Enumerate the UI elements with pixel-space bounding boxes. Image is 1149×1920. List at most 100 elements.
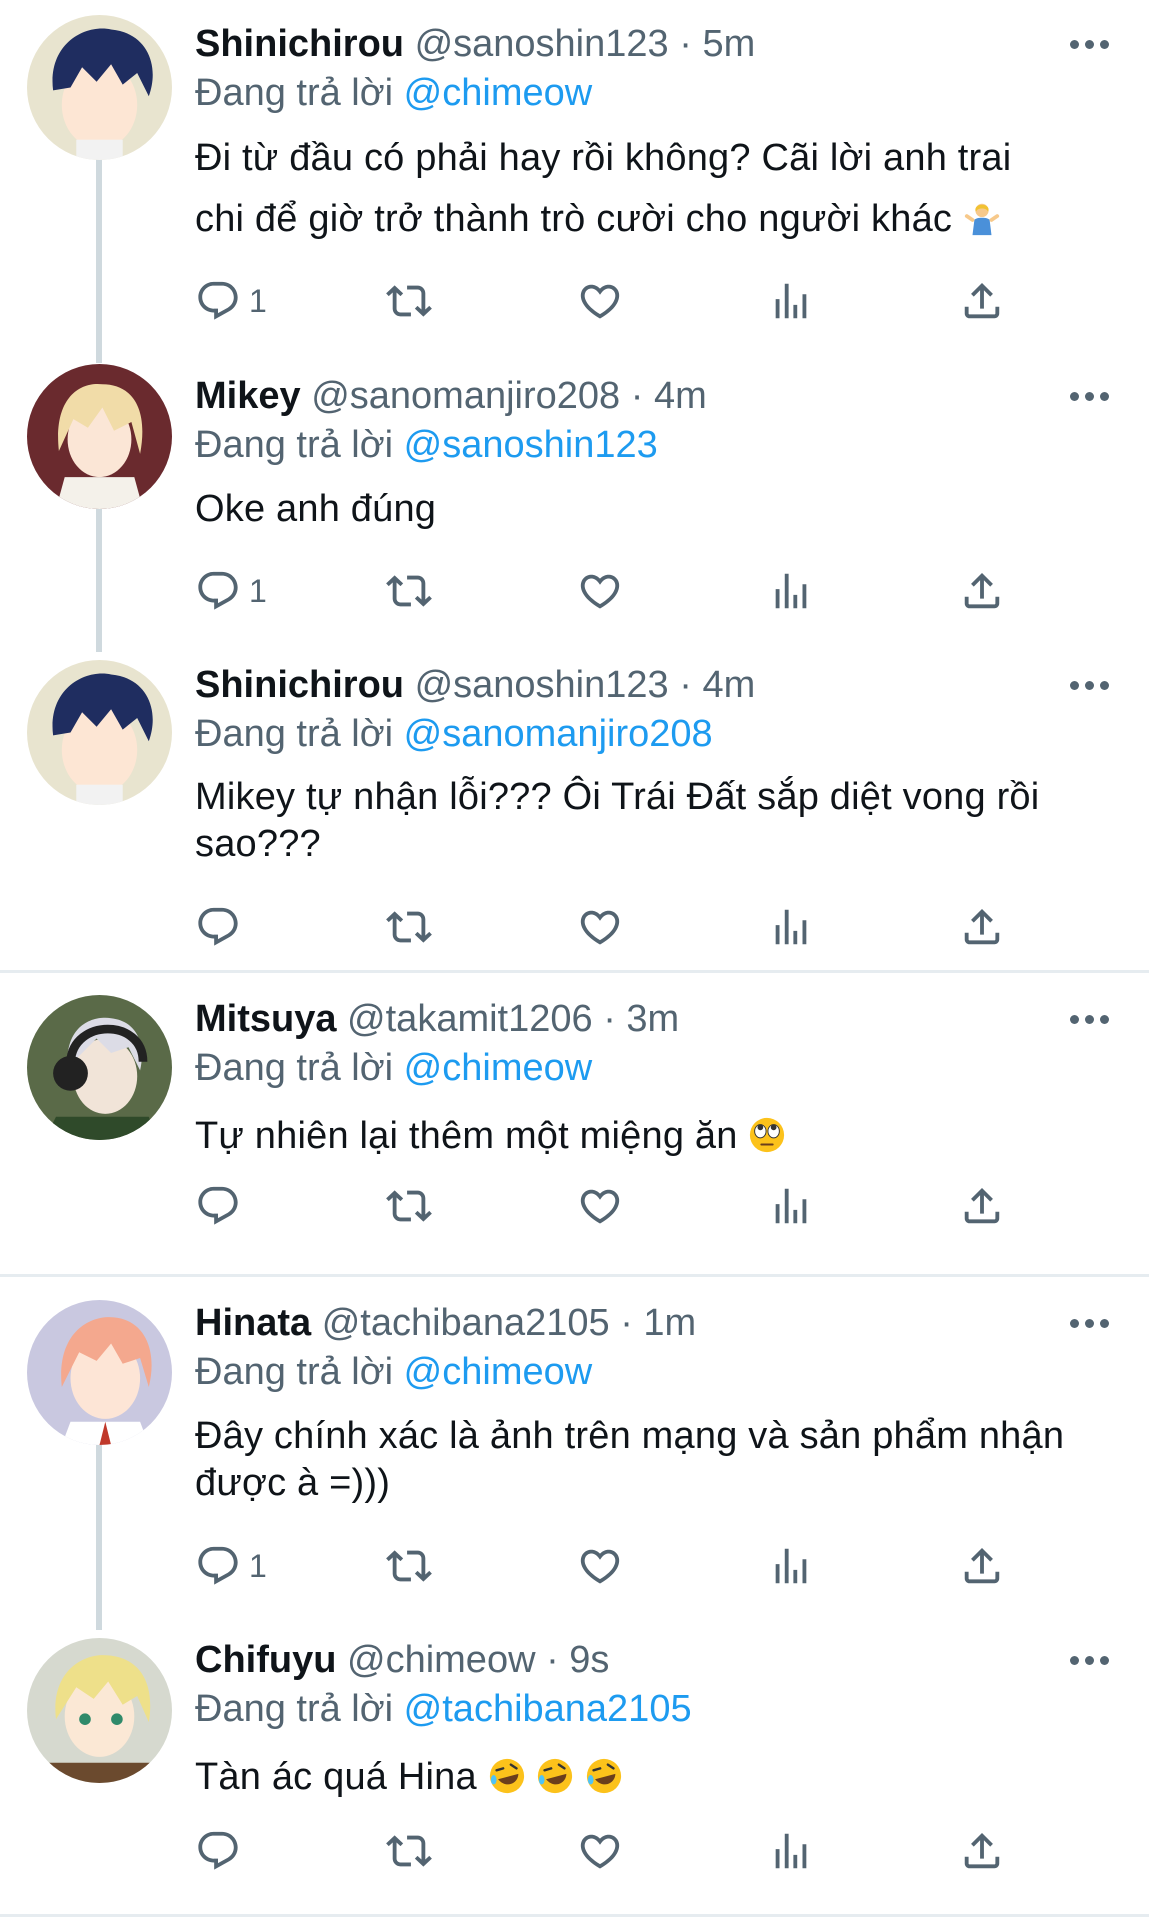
tweet-header: Hinata @tachibana2105 · 1m <box>195 1304 696 1342</box>
avatar[interactable] <box>27 364 172 509</box>
mention-link[interactable]: @chimeow <box>404 1047 593 1089</box>
user-handle[interactable]: @sanomanjiro208 <box>311 375 620 417</box>
share-button[interactable] <box>959 566 1005 616</box>
user-handle[interactable]: @chimeow <box>347 1639 536 1681</box>
share-button[interactable] <box>959 1181 1005 1231</box>
tweet[interactable]: Mitsuya @takamit1206 · 3m Đang trả lời @… <box>0 973 1149 1275</box>
views-button[interactable] <box>768 276 814 326</box>
avatar[interactable] <box>27 995 172 1140</box>
tweet-text: Tàn ác quá Hina <box>195 1754 1115 1802</box>
reply-button[interactable]: 1 <box>195 1541 267 1591</box>
avatar[interactable] <box>27 15 172 160</box>
views-button[interactable] <box>768 1541 814 1591</box>
more-icon[interactable] <box>1070 40 1110 52</box>
replying-to: Đang trả lời @tachibana2105 <box>195 1690 692 1728</box>
retweet-icon <box>386 278 432 324</box>
share-button[interactable] <box>959 902 1005 952</box>
display-name[interactable]: Mitsuya <box>195 998 336 1040</box>
reply-button[interactable] <box>195 902 249 952</box>
share-button[interactable] <box>959 276 1005 326</box>
timestamp[interactable]: 1m <box>643 1302 696 1344</box>
user-handle[interactable]: @sanoshin123 <box>415 23 669 65</box>
retweet-button[interactable] <box>386 1826 432 1876</box>
tweet-text: Oke anh đúng <box>195 486 1115 534</box>
tweet-text-line: Đây chính xác là ảnh trên mạng và sản ph… <box>195 1415 1065 1457</box>
user-handle[interactable]: @takamit1206 <box>347 998 593 1040</box>
retweet-button[interactable] <box>386 1181 432 1231</box>
display-name[interactable]: Shinichirou <box>195 664 404 706</box>
mention-link[interactable]: @sanoshin123 <box>404 424 658 466</box>
views-button[interactable] <box>768 1181 814 1231</box>
display-name[interactable]: Chifuyu <box>195 1639 336 1681</box>
avatar[interactable] <box>27 660 172 805</box>
person-shrugging-emoji <box>964 203 1000 236</box>
separator-dot: · <box>679 23 692 65</box>
timestamp[interactable]: 3m <box>626 998 679 1040</box>
avatar[interactable] <box>27 1300 172 1445</box>
reply-icon <box>195 904 241 950</box>
reply-button[interactable]: 1 <box>195 276 267 326</box>
separator-dot: · <box>679 664 692 706</box>
retweet-icon <box>386 568 432 614</box>
mention-link[interactable]: @tachibana2105 <box>404 1688 692 1730</box>
like-button[interactable] <box>577 902 623 952</box>
tweet-header: Shinichirou @sanoshin123 · 4m <box>195 666 755 704</box>
tweet-header: Shinichirou @sanoshin123 · 5m <box>195 25 755 63</box>
mention-link[interactable]: @sanomanjiro208 <box>404 713 713 755</box>
timestamp[interactable]: 4m <box>654 375 707 417</box>
like-button[interactable] <box>577 1541 623 1591</box>
retweet-button[interactable] <box>386 566 432 616</box>
share-button[interactable] <box>959 1826 1005 1876</box>
share-icon <box>959 904 1005 950</box>
timestamp[interactable]: 9s <box>569 1639 609 1681</box>
like-button[interactable] <box>577 1826 623 1876</box>
mention-link[interactable]: @chimeow <box>404 72 593 114</box>
like-icon <box>577 568 623 614</box>
tweet-header: Mitsuya @takamit1206 · 3m <box>195 1000 679 1038</box>
retweet-button[interactable] <box>386 1541 432 1591</box>
like-button[interactable] <box>577 276 623 326</box>
more-icon[interactable] <box>1070 681 1110 693</box>
display-name[interactable]: Shinichirou <box>195 23 404 65</box>
views-icon <box>768 1543 814 1589</box>
user-handle[interactable]: @sanoshin123 <box>415 664 669 706</box>
tweet-header: Mikey @sanomanjiro208 · 4m <box>195 377 707 415</box>
avatar[interactable] <box>27 1638 172 1783</box>
display-name[interactable]: Mikey <box>195 375 301 417</box>
more-icon[interactable] <box>1070 1319 1110 1331</box>
reply-button[interactable] <box>195 1181 249 1231</box>
more-icon[interactable] <box>1070 392 1110 404</box>
display-name[interactable]: Hinata <box>195 1302 311 1344</box>
views-button[interactable] <box>768 1826 814 1876</box>
views-button[interactable] <box>768 566 814 616</box>
retweet-icon <box>386 1543 432 1589</box>
retweet-button[interactable] <box>386 276 432 326</box>
tweet-divider <box>0 1914 1149 1917</box>
tweet-text: Tự nhiên lại thêm một miệng ăn <box>195 1113 1115 1161</box>
share-button[interactable] <box>959 1541 1005 1591</box>
tweet[interactable]: Mikey @sanomanjiro208 · 4m Đang trả lời … <box>0 352 1149 640</box>
mention-link[interactable]: @chimeow <box>404 1351 593 1393</box>
retweet-icon <box>386 1183 432 1229</box>
more-icon[interactable] <box>1070 1015 1110 1027</box>
reply-button[interactable]: 1 <box>195 566 267 616</box>
share-icon <box>959 568 1005 614</box>
tweet[interactable]: Shinichirou @sanoshin123 · 5m Đang trả l… <box>0 0 1149 350</box>
tweet-text-line: Oke anh đúng <box>195 488 437 530</box>
retweet-button[interactable] <box>386 902 432 952</box>
like-button[interactable] <box>577 1181 623 1231</box>
tweet[interactable]: Shinichirou @sanoshin123 · 4m Đang trả l… <box>0 640 1149 970</box>
like-button[interactable] <box>577 566 623 616</box>
tweet[interactable]: Hinata @tachibana2105 · 1m Đang trả lời … <box>0 1277 1149 1630</box>
reply-button[interactable] <box>195 1826 249 1876</box>
timestamp[interactable]: 4m <box>702 664 755 706</box>
rolling-on-the-floor-laughing-emoji <box>538 1758 573 1794</box>
replying-to: Đang trả lời @sanomanjiro208 <box>195 715 713 753</box>
more-icon[interactable] <box>1070 1656 1110 1668</box>
views-button[interactable] <box>768 902 814 952</box>
reply-icon <box>195 278 241 324</box>
reply-count: 1 <box>249 1547 267 1584</box>
user-handle[interactable]: @tachibana2105 <box>322 1302 610 1344</box>
timestamp[interactable]: 5m <box>702 23 755 65</box>
tweet[interactable]: Chifuyu @chimeow · 9s Đang trả lời @tach… <box>0 1630 1149 1920</box>
